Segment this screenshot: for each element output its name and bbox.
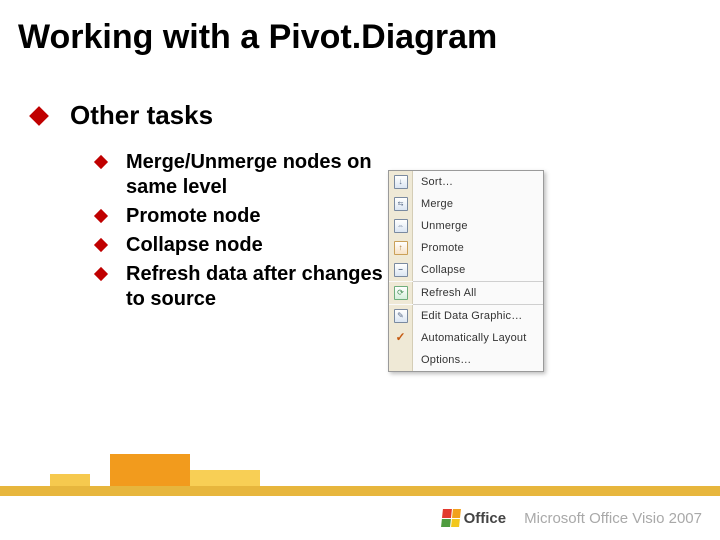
sub-bullet: Merge/Unmerge nodes on same level: [96, 150, 396, 200]
sort-icon: [389, 171, 413, 193]
sub-bullet: Refresh data after changes to source: [96, 262, 396, 312]
sub-bullet-text: Promote node: [126, 204, 260, 229]
menu-item-collapse[interactable]: Collapse: [389, 259, 543, 281]
menu-item-label: Sort…: [413, 176, 453, 188]
refresh-icon: [389, 282, 413, 304]
slide-title: Working with a Pivot.Diagram: [18, 18, 497, 57]
menu-item-refresh-all[interactable]: Refresh All: [389, 282, 543, 304]
menu-item-label: Unmerge: [413, 220, 468, 232]
office-logo: Office: [442, 509, 507, 527]
menu-item-promote[interactable]: Promote: [389, 237, 543, 259]
promote-icon: [389, 237, 413, 259]
slide-footer: Office Microsoft Office Visio 2007: [0, 496, 720, 540]
collapse-icon: [389, 259, 413, 281]
menu-item-label: Options…: [413, 354, 472, 366]
menu-item-label: Merge: [413, 198, 453, 210]
edit-icon: [389, 305, 413, 327]
diamond-bullet-icon: [94, 238, 108, 252]
product-name: Microsoft Office Visio 2007: [524, 510, 702, 527]
diamond-bullet-icon: [94, 155, 108, 169]
menu-item-edit-data-graphic[interactable]: Edit Data Graphic…: [389, 305, 543, 327]
menu-item-sort[interactable]: Sort…: [389, 171, 543, 193]
context-menu: Sort… Merge Unmerge Promote Collapse Ref…: [388, 170, 544, 372]
menu-item-unmerge[interactable]: Unmerge: [389, 215, 543, 237]
diamond-bullet-icon: [94, 267, 108, 281]
menu-item-label: Automatically Layout: [413, 332, 527, 344]
menu-item-merge[interactable]: Merge: [389, 193, 543, 215]
sub-bullet: Promote node: [96, 204, 396, 229]
menu-item-label: Edit Data Graphic…: [413, 310, 522, 322]
main-bullet: Other tasks: [32, 100, 213, 131]
menu-item-label: Refresh All: [413, 287, 476, 299]
menu-item-label: Promote: [413, 242, 464, 254]
unmerge-icon: [389, 215, 413, 237]
sub-bullet-text: Refresh data after changes to source: [126, 262, 396, 312]
office-logo-text: Office: [464, 510, 507, 527]
check-icon: [389, 327, 413, 349]
diamond-bullet-icon: [29, 106, 49, 126]
sub-bullet-list: Merge/Unmerge nodes on same level Promot…: [96, 150, 396, 316]
menu-item-auto-layout[interactable]: Automatically Layout: [389, 327, 543, 349]
blank-icon: [389, 349, 413, 371]
diamond-bullet-icon: [94, 209, 108, 223]
main-bullet-label: Other tasks: [70, 100, 213, 131]
menu-item-label: Collapse: [413, 264, 465, 276]
menu-item-options[interactable]: Options…: [389, 349, 543, 371]
sub-bullet: Collapse node: [96, 233, 396, 258]
merge-icon: [389, 193, 413, 215]
sub-bullet-text: Merge/Unmerge nodes on same level: [126, 150, 396, 200]
sub-bullet-text: Collapse node: [126, 233, 263, 258]
decorative-band: [0, 454, 720, 496]
office-logo-icon: [441, 509, 461, 527]
